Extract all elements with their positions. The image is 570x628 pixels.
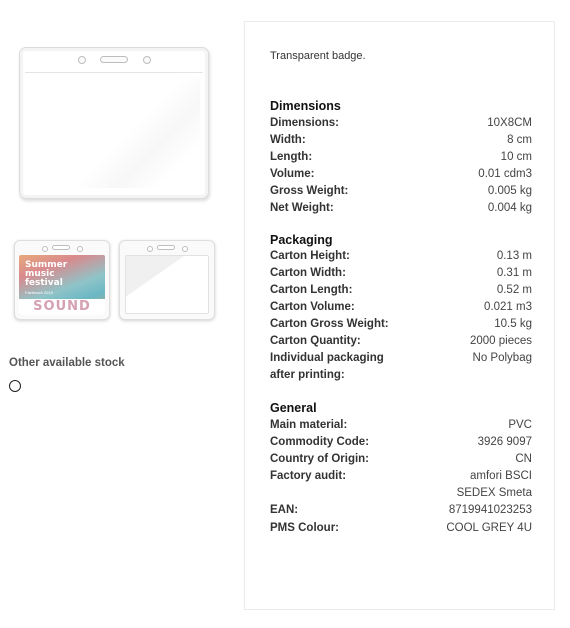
spec-row-country-of-origin: Country of Origin: CN xyxy=(270,453,532,470)
spec-value: 0.021 m3 xyxy=(484,301,532,313)
spec-value: 3926 9097 xyxy=(477,436,532,448)
spec-value: 0.52 m xyxy=(496,284,532,296)
spec-key: Carton Height: xyxy=(270,250,350,262)
spec-row-carton-width: Carton Width: 0.31 m xyxy=(270,267,532,284)
spec-row-main-material: Main material: PVC xyxy=(270,419,532,436)
spec-key: Net Weight: xyxy=(270,202,334,214)
product-thumbnail-printed[interactable]: Summer music festival Fairbeach 2015 SOU… xyxy=(14,240,110,320)
punch-hole-right xyxy=(182,246,188,252)
seal-strip xyxy=(25,72,203,73)
spec-row-carton-volume: Carton Volume: 0.021 m3 xyxy=(270,301,532,318)
product-main-image[interactable] xyxy=(10,38,220,210)
spec-value: 10.5 kg xyxy=(494,318,532,330)
punch-hole-left xyxy=(147,246,153,252)
spec-row-carton-length: Carton Length: 0.52 m xyxy=(270,284,532,301)
badge-holder-image xyxy=(19,47,209,199)
spec-value: COOL GREY 4U xyxy=(446,522,532,534)
festival-poster: Summer music festival Fairbeach 2015 SOU… xyxy=(19,255,105,315)
poster-subtitle: Fairbeach 2015 xyxy=(25,290,53,295)
spec-key: Width: xyxy=(270,134,306,146)
punch-hole-left xyxy=(78,56,86,64)
clip-slot xyxy=(100,56,128,63)
spec-key: Carton Length: xyxy=(270,284,353,296)
spec-key: Dimensions: xyxy=(270,117,340,129)
spec-key: Main material: xyxy=(270,419,348,431)
spec-row-gross-weight: Gross Weight: 0.005 kg xyxy=(270,185,532,202)
spec-value: PVC xyxy=(508,419,532,431)
section-title-dimensions: Dimensions xyxy=(270,99,341,113)
spec-value: 0.31 m xyxy=(496,267,532,279)
spec-panel: Transparent badge. Dimensions Dimensions… xyxy=(244,21,555,610)
spec-key: Volume: xyxy=(270,168,315,180)
poster-title: Summer music festival xyxy=(25,260,68,288)
spec-key: PMS Colour: xyxy=(270,522,339,534)
spec-key: Individual packaging xyxy=(270,352,384,364)
product-thumbnail-blank[interactable] xyxy=(119,240,215,320)
spec-row-pms-colour: PMS Colour: COOL GREY 4U xyxy=(270,522,532,539)
spec-value: 10 cm xyxy=(500,151,532,163)
spec-row-carton-quantity: Carton Quantity: 2000 pieces xyxy=(270,335,532,352)
product-description: Transparent badge. xyxy=(270,50,366,62)
spec-key: Carton Volume: xyxy=(270,301,355,313)
spec-key: after printing: xyxy=(270,369,345,381)
spec-row-dimensions: Dimensions: 10X8CM xyxy=(270,117,532,134)
punch-hole-right xyxy=(77,246,83,252)
spec-value: SEDEX Smeta xyxy=(456,487,532,499)
spec-key: Carton Quantity: xyxy=(270,335,361,347)
spec-value: No Polybag xyxy=(472,352,532,364)
punch-hole-left xyxy=(42,246,48,252)
spec-value: 10X8CM xyxy=(487,117,532,129)
clear-window xyxy=(125,255,209,314)
section-title-packaging: Packaging xyxy=(270,233,333,247)
spec-key: Gross Weight: xyxy=(270,185,349,197)
spec-value: 8 cm xyxy=(507,134,532,146)
spec-value: amfori BSCI xyxy=(470,470,532,482)
spec-row-volume: Volume: 0.01 cdm3 xyxy=(270,168,532,185)
spec-value: 8719941023253 xyxy=(448,504,532,516)
spec-row-carton-gross-weight: Carton Gross Weight: 10.5 kg xyxy=(270,318,532,335)
punch-hole-right xyxy=(143,56,151,64)
spec-row-net-weight: Net Weight: 0.004 kg xyxy=(270,202,532,219)
spec-value: 0.004 kg xyxy=(487,202,532,214)
spec-value: 0.01 cdm3 xyxy=(478,168,532,180)
spec-value: 0.005 kg xyxy=(487,185,532,197)
clip-slot xyxy=(157,245,175,250)
spec-key: EAN: xyxy=(270,504,299,516)
clear-window xyxy=(28,78,200,188)
spec-row-ean: EAN: 8719941023253 xyxy=(270,504,532,521)
poster-word: SOUND xyxy=(19,299,105,315)
spec-key: Carton Width: xyxy=(270,267,346,279)
spec-row-individual-packaging-cont: after printing: xyxy=(270,369,532,386)
spec-value: 0.13 m xyxy=(496,250,532,262)
spec-value: 2000 pieces xyxy=(469,335,532,347)
spec-row-width: Width: 8 cm xyxy=(270,134,532,151)
clip-slot xyxy=(52,245,70,250)
spec-key: Factory audit: xyxy=(270,470,347,482)
spec-row-commodity-code: Commodity Code: 3926 9097 xyxy=(270,436,532,453)
section-title-general: General xyxy=(270,401,317,415)
spec-row-length: Length: 10 cm xyxy=(270,151,532,168)
spec-key: Commodity Code: xyxy=(270,436,370,448)
spec-key: Length: xyxy=(270,151,313,163)
other-stock-label: Other available stock xyxy=(9,357,125,369)
spec-row-factory-audit-cont: SEDEX Smeta xyxy=(270,487,532,504)
spec-key: Carton Gross Weight: xyxy=(270,318,389,330)
stock-radio-button[interactable] xyxy=(9,380,21,392)
spec-key: Country of Origin: xyxy=(270,453,370,465)
spec-row-individual-packaging: Individual packaging No Polybag xyxy=(270,352,532,369)
spec-row-factory-audit: Factory audit: amfori BSCI xyxy=(270,470,532,487)
spec-row-carton-height: Carton Height: 0.13 m xyxy=(270,250,532,267)
spec-value: CN xyxy=(515,453,532,465)
